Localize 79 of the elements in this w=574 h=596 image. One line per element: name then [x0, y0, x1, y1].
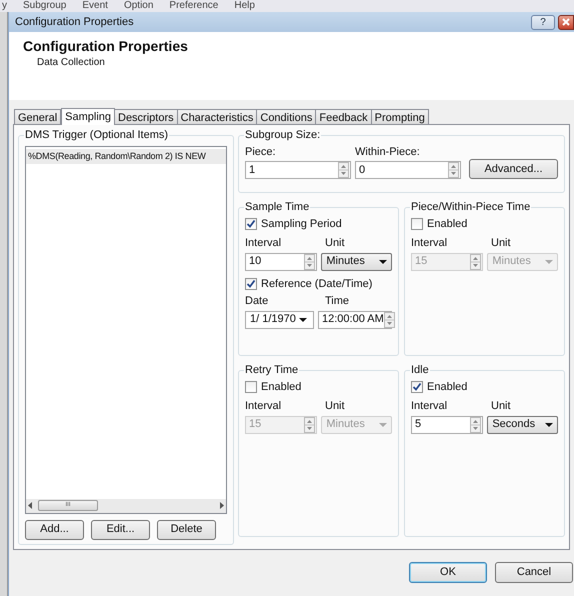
group-title: Sample Time — [245, 201, 310, 213]
close-icon — [562, 18, 570, 26]
button[interactable]: Cancel — [495, 562, 573, 583]
field-label: Unit — [491, 236, 511, 251]
check-icon — [412, 382, 422, 392]
group-title: DMS Trigger (Optional Items) — [25, 129, 168, 141]
button[interactable]: Add... — [25, 520, 84, 540]
spin-button-icon — [338, 162, 349, 178]
field-label: Interval — [245, 236, 282, 251]
field-label: Interval — [245, 399, 282, 414]
checkbox-label[interactable]: Enabled — [427, 378, 468, 395]
caret-icon — [379, 422, 387, 426]
caret-icon — [545, 422, 553, 426]
right-arrow-icon — [220, 502, 224, 509]
help-button[interactable]: ? — [531, 14, 555, 30]
window-title: Configuration Properties — [15, 14, 134, 30]
checkbox-label[interactable]: Reference (Date/Time) — [261, 276, 372, 292]
close-button[interactable] — [558, 14, 574, 30]
checkbox[interactable] — [245, 218, 257, 230]
field-label: Time — [325, 294, 350, 309]
menu-item[interactable]: Help — [234, 0, 255, 12]
check-icon — [246, 279, 256, 288]
header-title: Configuration Properties — [23, 38, 189, 54]
spin-button-icon — [304, 254, 316, 270]
field-label: Interval — [411, 236, 448, 251]
menu-item[interactable]: y — [2, 0, 7, 12]
spin-field[interactable]: 12:00:00 AM — [318, 310, 392, 328]
group-title: Piece/Within-Piece Time — [411, 201, 530, 213]
spin-button-icon — [470, 254, 482, 270]
caret-icon — [545, 260, 553, 264]
menu-item[interactable]: Subgroup — [23, 0, 66, 12]
tab[interactable]: Sampling — [61, 108, 115, 125]
spin-button-icon — [384, 312, 395, 328]
menu-item[interactable]: Event — [82, 0, 108, 12]
field-label: Unit — [325, 236, 345, 251]
tab[interactable]: Prompting — [370, 109, 429, 124]
tab[interactable]: Characteristics — [176, 109, 258, 124]
menu-item[interactable]: Option — [124, 0, 154, 12]
caret-icon — [299, 318, 307, 322]
list-item[interactable]: %DMS(Reading, Random\Random 2) IS NEW — [26, 148, 226, 164]
spin-field[interactable]: 5 — [411, 416, 484, 434]
spin-button-icon — [448, 162, 459, 178]
caret-icon — [379, 260, 387, 264]
checkbox[interactable] — [411, 218, 423, 230]
checkbox[interactable] — [411, 380, 423, 393]
field-label: Within-Piece: — [355, 144, 421, 160]
date-picker[interactable]: 1/ 1/1970 — [245, 310, 314, 328]
field-label: Interval — [411, 399, 448, 414]
check-icon — [246, 219, 256, 228]
button[interactable]: OK — [409, 562, 487, 583]
spin-field[interactable]: 10 — [245, 252, 318, 270]
group-title: Idle — [411, 364, 429, 376]
left-arrow-icon — [28, 502, 32, 509]
tab[interactable]: Descriptors — [114, 109, 178, 124]
checkbox-label[interactable]: Enabled — [427, 216, 468, 232]
group-title: Subgroup Size: — [245, 129, 320, 141]
spin-button-icon — [470, 416, 482, 432]
group-title: Retry Time — [245, 364, 298, 376]
button[interactable]: Edit... — [91, 520, 150, 540]
checkbox[interactable] — [245, 278, 257, 290]
field-label: Unit — [325, 399, 345, 414]
menu-item[interactable]: Preference — [169, 0, 218, 12]
spin-button-icon — [304, 416, 316, 432]
button[interactable]: Advanced... — [469, 159, 558, 179]
header-subtitle: Data Collection — [36, 56, 106, 70]
tab[interactable]: General — [14, 109, 62, 124]
dropdown[interactable]: Seconds — [487, 416, 558, 434]
checkbox-label[interactable]: Sampling Period — [261, 216, 342, 232]
field-label: Date — [245, 294, 270, 309]
spin-field[interactable]: 1 — [245, 161, 351, 179]
checkbox-label[interactable]: Enabled — [261, 378, 302, 395]
dropdown[interactable]: Minutes — [321, 252, 392, 270]
field-label: Piece: — [245, 144, 277, 160]
spin-field[interactable]: 0 — [355, 161, 461, 179]
button[interactable]: Delete — [157, 520, 216, 540]
field-label: Unit — [491, 399, 511, 414]
tab[interactable]: Conditions — [256, 109, 316, 124]
tab[interactable]: Feedback — [315, 109, 372, 124]
checkbox[interactable] — [245, 380, 257, 393]
